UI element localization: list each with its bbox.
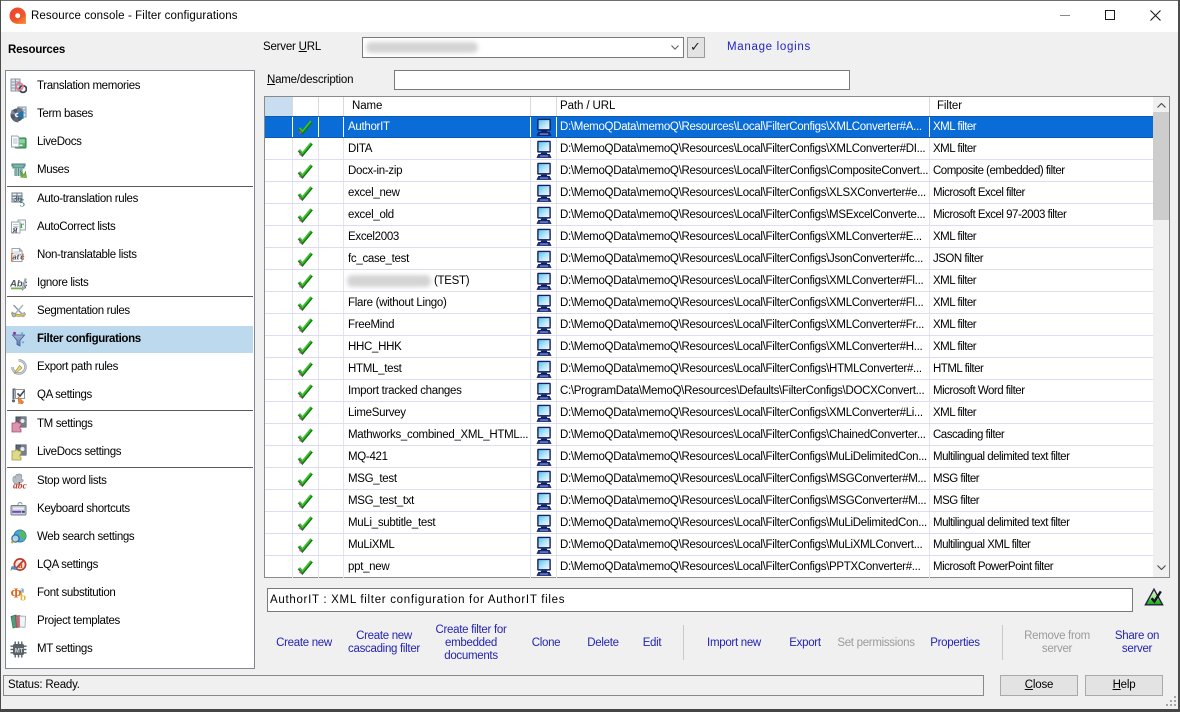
svg-text:r: r: [20, 220, 24, 230]
svg-text:я: я: [12, 225, 18, 236]
svg-text:abc: abc: [13, 482, 27, 491]
svg-text:5: 5: [20, 198, 26, 209]
svg-text:[: [: [11, 252, 14, 262]
svg-text:b: b: [20, 592, 26, 603]
svg-text:MT: MT: [15, 649, 24, 655]
svg-text:!: !: [22, 252, 25, 262]
